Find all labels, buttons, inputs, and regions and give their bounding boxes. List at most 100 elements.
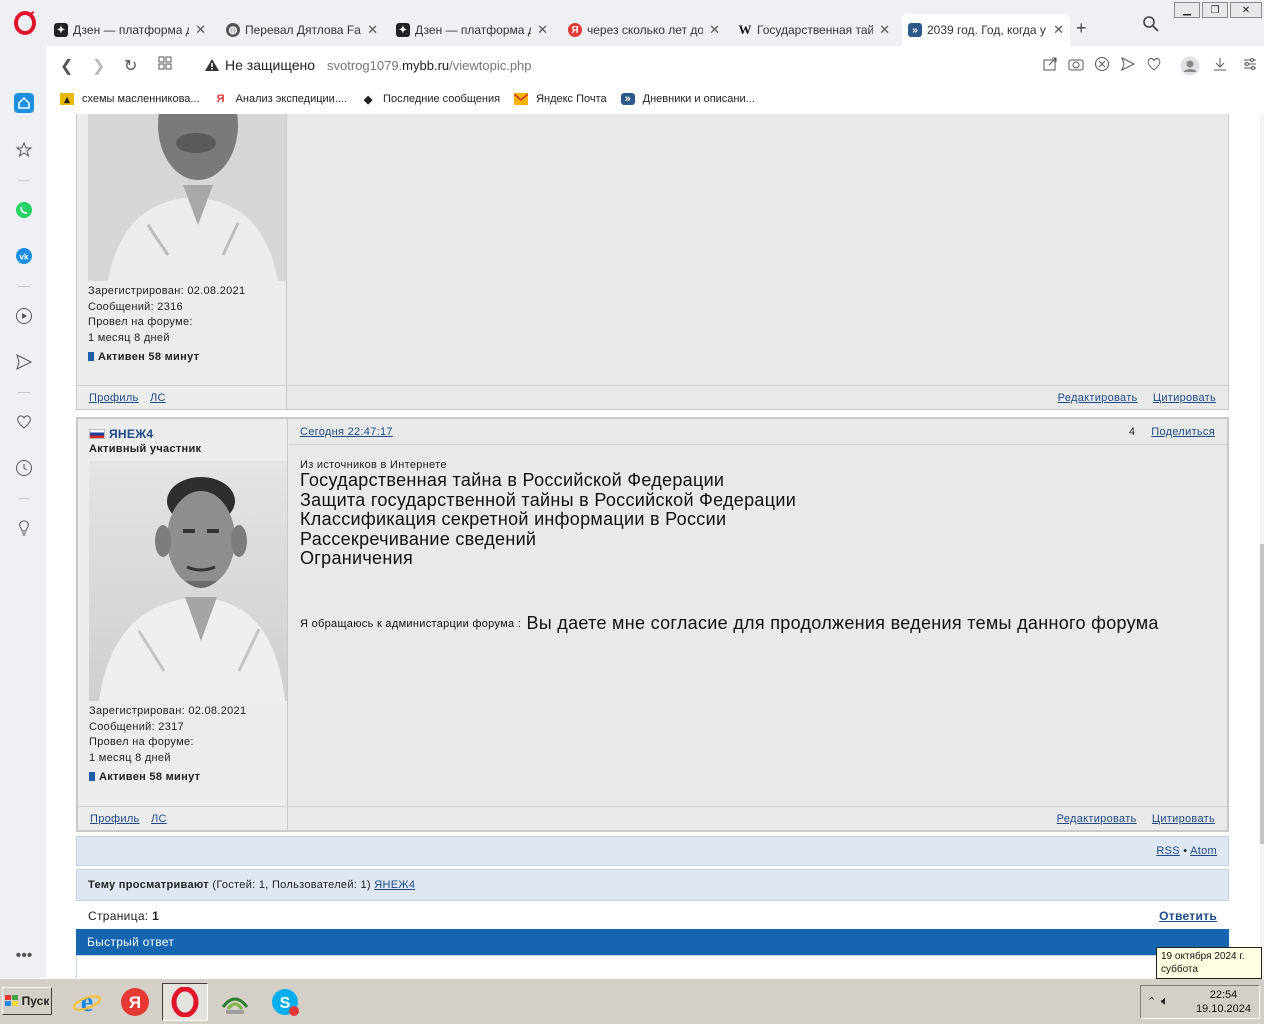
more-icon[interactable]: ••• xyxy=(14,946,34,966)
heart-icon[interactable] xyxy=(1146,56,1162,75)
sidebar-separator xyxy=(18,286,30,287)
send-icon[interactable] xyxy=(1120,56,1136,75)
browser-tab[interactable]: ✦ Дзен — платформа для ✕ xyxy=(390,14,554,46)
internet-explorer-icon[interactable]: e xyxy=(64,983,110,1021)
minimize-button[interactable]: ▁ xyxy=(1174,2,1200,18)
download-icon[interactable] xyxy=(1212,56,1228,75)
browser-tab[interactable]: Я через сколько лет дос ✕ xyxy=(562,14,726,46)
browser-tab[interactable]: ◍ Перевал Дятлова Facts ✕ xyxy=(220,14,384,46)
username-link[interactable]: ЯНЕЖ4 xyxy=(109,427,153,441)
sidebar-separator xyxy=(18,180,30,181)
send-icon[interactable] xyxy=(14,352,34,372)
lightbulb-icon[interactable] xyxy=(14,518,34,538)
url-field[interactable]: svotrog1079.mybb.ru/viewtopic.php xyxy=(327,58,532,73)
browser-tab-active[interactable]: » 2039 год. Год, когда у ✕ xyxy=(902,14,1070,46)
speed-dial-icon[interactable] xyxy=(158,56,172,75)
bookmark-item[interactable]: ◆ Последние сообщения xyxy=(361,93,500,106)
tray-expand-icon[interactable]: ⌃ xyxy=(1147,995,1156,1008)
post-appeal: Я обращаюсь к администарции форума : Вы … xyxy=(300,613,1159,633)
post-permalink[interactable]: Сегодня 22:47:17 xyxy=(300,426,393,438)
maximize-button[interactable]: ❐ xyxy=(1202,2,1228,18)
browser-tab[interactable]: W Государственная тайна ✕ xyxy=(732,14,896,46)
opera-taskbar-icon[interactable] xyxy=(162,983,208,1021)
close-tab-icon[interactable]: ✕ xyxy=(195,22,206,38)
yandex-icon: Я xyxy=(216,93,225,105)
new-tab-button[interactable]: + xyxy=(1076,18,1087,39)
topic-line: Классификация секретной информации в Рос… xyxy=(300,509,727,529)
bookmark-item[interactable]: ▴ схемы масленникова... xyxy=(60,93,200,106)
folder-icon: ▴ xyxy=(60,93,74,106)
close-tab-icon[interactable]: ✕ xyxy=(879,22,890,38)
close-tab-icon[interactable]: ✕ xyxy=(367,22,378,38)
pm-link[interactable]: ЛС xyxy=(151,813,167,825)
address-bar: ❮ ❯ ↻ Не защищено svotrog1079.mybb.ru/vi… xyxy=(46,46,1264,84)
whatsapp-icon[interactable] xyxy=(14,200,34,220)
feeds-bar: RSS • Atom xyxy=(76,836,1229,866)
camera-icon[interactable] xyxy=(1068,56,1084,75)
skype-icon[interactable]: S xyxy=(262,983,308,1021)
history-icon[interactable] xyxy=(14,458,34,478)
bookmarks-bar: ▴ схемы масленникова... Я Анализ экспедици… xyxy=(46,84,1264,114)
opera-logo-icon[interactable] xyxy=(12,10,38,36)
warning-icon xyxy=(205,59,219,71)
search-tabs-icon[interactable] xyxy=(1142,15,1160,36)
post-author-panel: ЯНЕЖ4 Активный участник Зарегистрирован:… xyxy=(78,419,288,830)
share-icon[interactable] xyxy=(1042,56,1058,75)
yandex-icon: Я xyxy=(568,23,582,37)
close-tab-icon[interactable]: ✕ xyxy=(1053,22,1064,38)
easy-setup-icon[interactable] xyxy=(1242,56,1258,75)
account-icon[interactable] xyxy=(1180,56,1200,79)
viewer-user-link[interactable]: ЯНЕЖ4 xyxy=(374,879,415,891)
back-button[interactable]: ❮ xyxy=(60,56,73,76)
adblock-icon[interactable] xyxy=(1094,56,1110,75)
network-app-icon[interactable] xyxy=(212,983,258,1021)
clock[interactable]: 22:54 19.10.2024 xyxy=(1196,988,1251,1016)
dzen-icon: ✦ xyxy=(396,23,410,37)
heart-icon[interactable] xyxy=(14,412,34,432)
volume-icon[interactable]: 🔈︎ xyxy=(1161,993,1169,1009)
reply-link[interactable]: Ответить xyxy=(1159,909,1217,923)
vk-icon[interactable]: vk xyxy=(14,246,34,266)
edit-link[interactable]: Редактировать xyxy=(1057,813,1137,825)
quote-link[interactable]: Цитировать xyxy=(1152,813,1215,825)
atom-link[interactable]: Atom xyxy=(1190,845,1217,857)
taskbar: Пуск e Я S ⌃ 🔈︎ 22:54 19.10.2024 xyxy=(0,978,1264,1024)
date-tooltip: 19 октября 2024 г. суббота xyxy=(1156,947,1262,979)
bookmark-item[interactable]: Я Анализ экспедиции.... xyxy=(214,93,347,105)
pm-link[interactable]: ЛС xyxy=(150,392,166,404)
user-avatar xyxy=(89,461,287,701)
browser-sidebar: vk ••• xyxy=(0,46,46,978)
windows-logo-icon xyxy=(4,995,18,1006)
author-stats: Зарегистрирован: 02.08.2021 Сообщений: 2… xyxy=(89,704,246,786)
edit-link[interactable]: Редактировать xyxy=(1058,392,1138,404)
bookmark-item[interactable]: » Дневники и описани... xyxy=(620,93,755,105)
reload-button[interactable]: ↻ xyxy=(124,56,137,76)
svg-text:S: S xyxy=(280,995,291,1012)
quick-reply-header[interactable]: Быстрый ответ xyxy=(76,929,1229,955)
user-rank: Активный участник xyxy=(89,443,202,455)
bookmark-item[interactable]: Яндекс Почта xyxy=(514,93,607,105)
sidebar-separator xyxy=(18,498,30,499)
bookmarks-star-icon[interactable] xyxy=(14,140,34,160)
rss-link[interactable]: RSS xyxy=(1156,845,1180,857)
post-footer: Профиль ЛС Редактировать Цитировать xyxy=(77,385,1228,409)
close-tab-icon[interactable]: ✕ xyxy=(537,22,548,38)
security-warning[interactable]: Не защищено xyxy=(204,57,315,73)
browser-tab[interactable]: ✦ Дзен — платформа для ✕ xyxy=(48,14,212,46)
profile-link[interactable]: Профиль xyxy=(90,813,140,825)
forum-icon: » xyxy=(908,23,922,37)
player-icon[interactable] xyxy=(14,306,34,326)
close-tab-icon[interactable]: ✕ xyxy=(709,22,720,38)
topic-line: Рассекречивание сведений xyxy=(300,528,537,549)
profile-link[interactable]: Профиль xyxy=(89,392,139,404)
share-link[interactable]: Поделиться xyxy=(1151,426,1215,438)
quote-link[interactable]: Цитировать xyxy=(1153,392,1216,404)
home-icon[interactable] xyxy=(14,93,34,113)
close-window-button[interactable]: ✕ xyxy=(1230,2,1262,18)
forward-button[interactable]: ❯ xyxy=(92,56,105,76)
forum-post-previous: Зарегистрирован: 02.08.2021 Сообщений: 2… xyxy=(76,114,1229,410)
scrollbar-thumb[interactable] xyxy=(1260,544,1264,844)
yandex-browser-icon[interactable]: Я xyxy=(112,983,158,1021)
tab-strip: ✦ Дзен — платформа для ✕ ◍ Перевал Дятло… xyxy=(0,0,1264,46)
start-button[interactable]: Пуск xyxy=(2,987,52,1015)
